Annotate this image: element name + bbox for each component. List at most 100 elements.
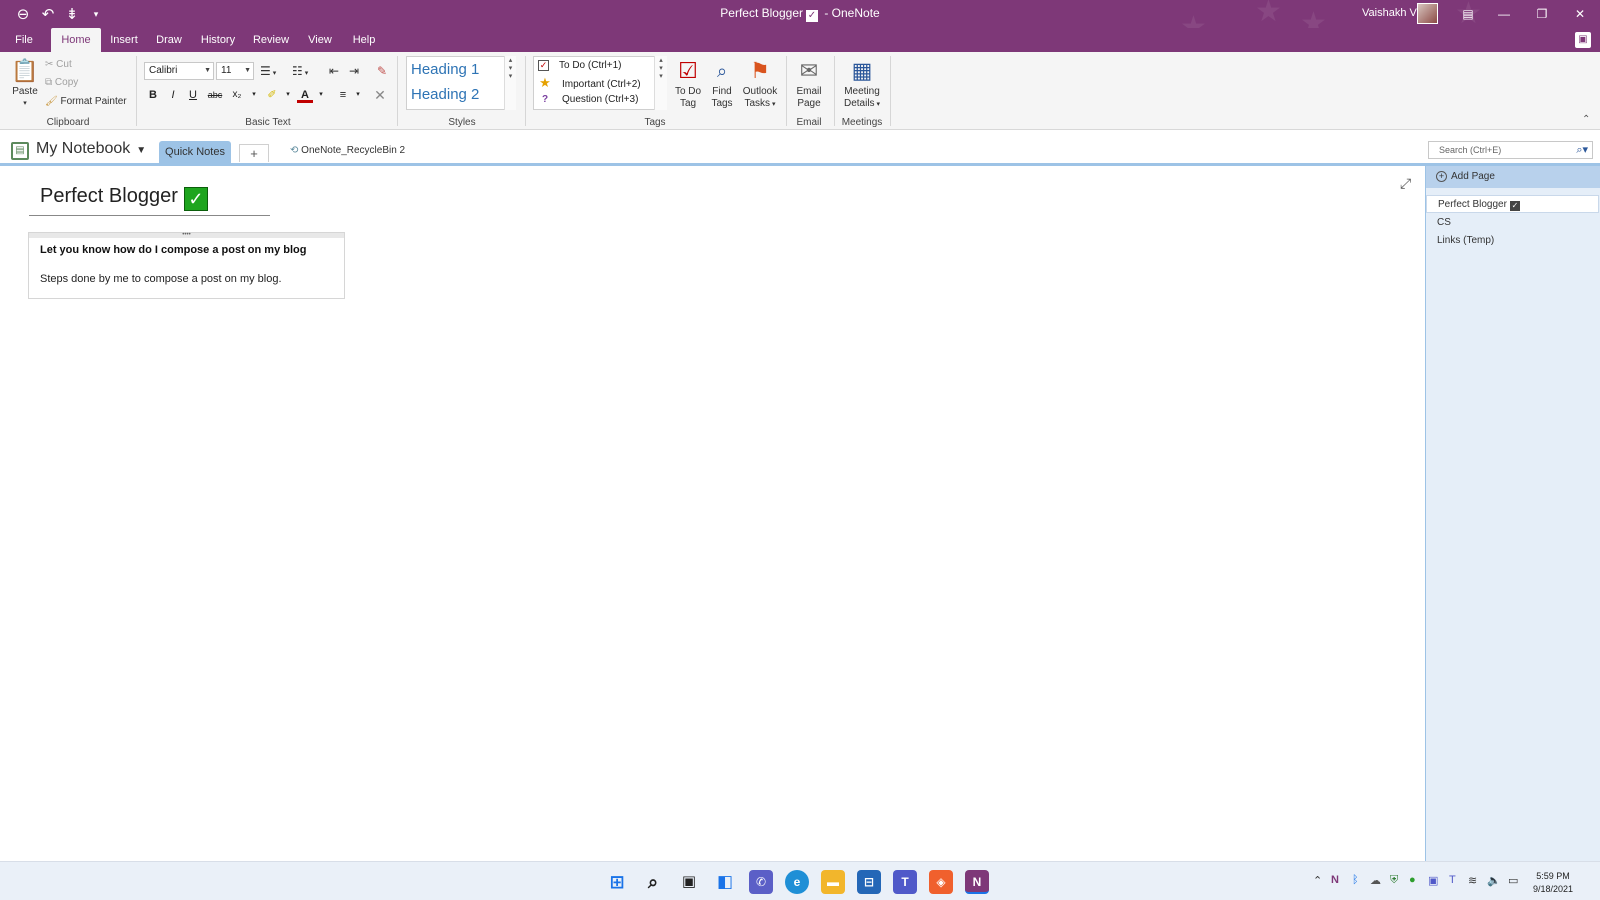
chevron-up-icon[interactable]: ⌃ <box>1313 874 1322 887</box>
teams-tray-icon[interactable]: ▣ <box>1428 874 1438 887</box>
todo-tag-label-1: To Do <box>674 86 702 97</box>
numbering-button[interactable]: ☷ ▾ <box>292 63 308 79</box>
restore-icon[interactable]: ❐ <box>1522 0 1562 28</box>
expand-icon[interactable]: ⤢ <box>1400 175 1411 192</box>
tab-review[interactable]: Review <box>249 28 293 52</box>
note-heading[interactable]: Let you know how do I compose a post on … <box>40 244 306 256</box>
page-item-cs[interactable]: CS <box>1426 214 1599 232</box>
tab-view[interactable]: View <box>302 28 338 52</box>
chevron-down-icon[interactable]: ▾ <box>280 87 296 103</box>
page-item-links-temp[interactable]: Links (Temp) <box>1426 232 1599 250</box>
styles-gallery: Heading 1 Heading 2 <box>406 56 516 110</box>
underline-button[interactable]: U <box>185 87 201 103</box>
user-name[interactable]: Vaishakh V <box>1362 7 1417 19</box>
ribbon-display-options-icon[interactable]: ▤ <box>1448 0 1488 28</box>
teams-icon[interactable]: T <box>893 870 917 894</box>
security-icon[interactable]: ⛨ <box>1390 874 1398 887</box>
brave-icon[interactable]: ◈ <box>929 870 953 894</box>
bullets-button[interactable]: ☰ ▾ <box>260 63 276 79</box>
outlook-tasks-button[interactable]: ⚑ Outlook Tasks ▾ <box>740 56 780 111</box>
todo-tag-button[interactable]: ☑ To Do Tag <box>672 56 704 110</box>
paste-button[interactable]: 📋 Paste ▾ <box>8 56 42 110</box>
delete-icon[interactable]: ✕ <box>372 87 388 103</box>
italic-button[interactable]: I <box>165 87 181 103</box>
recycle-bin-section[interactable]: ⟲ OneNote_RecycleBin 2 <box>290 145 405 156</box>
chat-icon[interactable]: ✆ <box>749 870 773 894</box>
group-divider <box>136 56 137 126</box>
tag-todo[interactable]: ✓ To Do (Ctrl+1) <box>538 58 622 74</box>
font-family-select[interactable]: Calibri ▼ <box>144 62 214 80</box>
clock[interactable]: 5:59 PM 9/18/2021 <box>1533 870 1573 896</box>
collapse-ribbon-icon[interactable]: ⌃ <box>1582 114 1590 125</box>
bluetooth-icon[interactable]: ᛒ <box>1352 874 1359 886</box>
section-tab-quick-notes[interactable]: Quick Notes <box>159 141 231 164</box>
tab-help[interactable]: Help <box>346 28 382 52</box>
edge-icon[interactable]: e <box>785 870 809 894</box>
start-icon[interactable]: ⊞ <box>605 870 629 894</box>
note-container[interactable]: •••• Let you know how do I compose a pos… <box>28 232 345 299</box>
teams-tray-icon-2[interactable]: T <box>1449 874 1456 886</box>
battery-icon[interactable]: ▭ <box>1508 874 1518 887</box>
align-icon[interactable]: ≡ <box>335 87 351 103</box>
clock-time: 5:59 PM <box>1536 871 1570 881</box>
chevron-down-icon[interactable]: ▾ <box>246 87 262 103</box>
search-icon[interactable]: ⌕▾ <box>1576 142 1588 158</box>
comments-icon[interactable]: ▣ <box>1575 32 1591 48</box>
tab-draw[interactable]: Draw <box>150 28 188 52</box>
tag-question[interactable]: ? Question (Ctrl+3) <box>538 92 638 108</box>
store-icon[interactable]: ⊟ <box>857 870 881 894</box>
close-icon[interactable]: ✕ <box>1560 0 1600 28</box>
clear-formatting-icon[interactable]: ✎ <box>377 63 387 79</box>
onedrive-icon[interactable]: ☁ <box>1370 874 1381 887</box>
onenote-icon[interactable]: N <box>965 870 989 894</box>
tab-file[interactable]: File <box>8 28 40 52</box>
note-body[interactable]: Steps done by me to compose a post on my… <box>40 273 282 285</box>
page-canvas[interactable]: Perfect Blogger ✓ ⤢ •••• Let you know how… <box>0 169 1425 861</box>
tab-home[interactable]: Home <box>51 28 101 52</box>
group-label-clipboard: Clipboard <box>46 117 90 128</box>
chevron-down-icon[interactable]: ▾ <box>350 87 366 103</box>
onenote-tray-icon[interactable]: N <box>1331 874 1339 886</box>
format-painter-button[interactable]: 🖌 Format Painter <box>45 94 127 110</box>
note-drag-handle[interactable]: •••• <box>29 232 344 238</box>
page-title[interactable]: Perfect Blogger ✓ <box>40 185 208 211</box>
email-page-button[interactable]: ✉ Email Page <box>791 56 827 110</box>
status-ok-icon[interactable]: ● <box>1409 874 1416 886</box>
file-explorer-icon[interactable]: ▬ <box>821 870 845 894</box>
volume-icon[interactable]: 🔈 <box>1487 874 1501 887</box>
add-section-button[interactable]: + <box>239 144 269 162</box>
tag-important[interactable]: ★ Important (Ctrl+2) <box>538 75 641 91</box>
copy-button[interactable]: ⧉ Copy <box>45 75 78 91</box>
add-page-button[interactable]: + Add Page <box>1426 166 1600 188</box>
avatar[interactable] <box>1417 3 1438 24</box>
page-item-perfect-blogger[interactable]: Perfect Blogger ✓ <box>1426 195 1599 213</box>
widgets-icon[interactable]: ◧ <box>713 870 737 894</box>
tag-important-label: Important (Ctrl+2) <box>562 79 641 90</box>
chevron-down-icon[interactable]: ▾ <box>313 87 329 103</box>
chevron-down-icon: ▾ <box>23 100 27 107</box>
find-tags-button[interactable]: ⌕ Find Tags <box>707 56 737 110</box>
cut-button[interactable]: ✂ Cut <box>45 57 72 73</box>
tab-history[interactable]: History <box>196 28 240 52</box>
minimize-icon[interactable]: — <box>1484 0 1524 28</box>
search-input[interactable]: Search (Ctrl+E) ⌕▾ <box>1428 141 1593 159</box>
decrease-indent-icon[interactable]: ⇤ <box>329 63 339 79</box>
search-icon[interactable]: ⌕ <box>641 870 665 894</box>
highlight-icon[interactable]: ✐ <box>264 87 280 103</box>
style-heading-2[interactable]: Heading 2 <box>407 82 515 107</box>
increase-indent-icon[interactable]: ⇥ <box>349 63 359 79</box>
style-heading-1[interactable]: Heading 1 <box>407 57 515 82</box>
strikethrough-button[interactable]: abc <box>205 87 225 103</box>
subscript-button[interactable]: x₂ <box>227 87 247 103</box>
notebook-selector[interactable]: My Notebook ▼ <box>36 140 146 158</box>
font-size-select[interactable]: 11 ▼ <box>216 62 254 80</box>
bold-button[interactable]: B <box>145 87 161 103</box>
font-color-icon[interactable]: A <box>297 87 313 103</box>
wifi-icon[interactable]: ≋ <box>1468 874 1477 887</box>
styles-gallery-scroll[interactable]: ▴ ▾ ▾ <box>504 56 516 110</box>
tags-gallery-scroll[interactable]: ▴ ▾ ▾ <box>654 56 667 110</box>
task-view-icon[interactable]: ▣ <box>677 870 701 894</box>
question-icon: ? <box>541 94 549 105</box>
tab-insert[interactable]: Insert <box>104 28 144 52</box>
meeting-details-button[interactable]: ▦ Meeting Details ▾ <box>839 56 885 111</box>
